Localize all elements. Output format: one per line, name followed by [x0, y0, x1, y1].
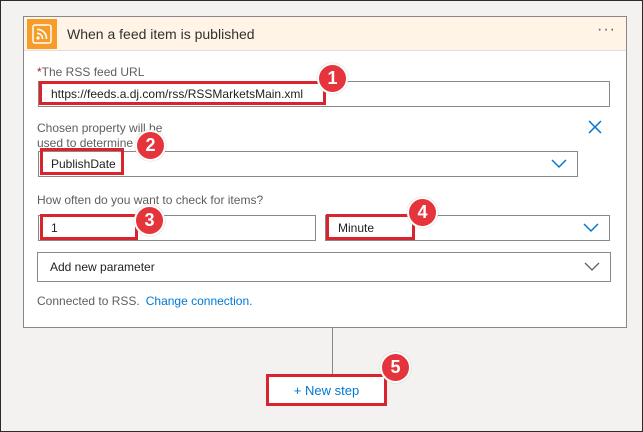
chevron-down-icon — [584, 262, 600, 271]
frequency-unit-value: Minute — [338, 221, 375, 235]
add-parameter-dropdown[interactable]: Add new parameter — [37, 252, 611, 282]
callout-badge-5: 5 — [380, 352, 411, 383]
connection-status: Connected to RSS. Change connection. — [37, 294, 252, 308]
callout-badge-1: 1 — [317, 63, 348, 94]
callout-badge-2: 2 — [135, 130, 166, 161]
rss-icon — [27, 19, 57, 49]
interval-input[interactable]: 1 — [38, 215, 316, 241]
callout-badge-4: 4 — [407, 197, 438, 228]
feed-url-value: https://feeds.a.dj.com/rss/RSSMarketsMai… — [51, 87, 304, 101]
feed-url-label-text: The RSS feed URL — [41, 65, 145, 79]
frequency-unit-dropdown[interactable]: Minute — [325, 215, 610, 241]
chosen-property-dropdown[interactable]: PublishDate — [38, 151, 578, 177]
change-connection-link[interactable]: Change connection. — [146, 294, 253, 308]
chosen-property-value: PublishDate — [51, 157, 116, 171]
callout-badge-3: 3 — [134, 205, 165, 236]
chevron-down-icon — [583, 223, 599, 233]
interval-value: 1 — [51, 221, 58, 235]
add-parameter-placeholder: Add new parameter — [50, 260, 155, 274]
new-step-button[interactable]: + New step — [266, 374, 387, 406]
connection-text: Connected to RSS. — [37, 294, 140, 308]
feed-url-label: *The RSS feed URL — [37, 65, 144, 80]
chevron-down-icon — [551, 159, 567, 169]
step-connector — [332, 328, 333, 374]
trigger-header[interactable]: When a feed item is published ··· — [24, 17, 626, 51]
more-icon[interactable]: ··· — [597, 21, 616, 39]
trigger-title: When a feed item is published — [67, 26, 255, 42]
close-icon[interactable] — [588, 120, 602, 139]
trigger-card: When a feed item is published ··· *The R… — [23, 16, 627, 328]
